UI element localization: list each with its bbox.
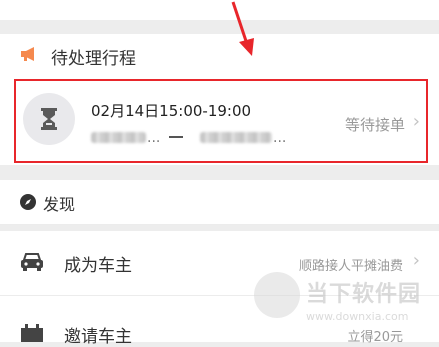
compass-icon bbox=[20, 194, 36, 210]
discover-title: 发现 bbox=[43, 195, 76, 214]
become-driver-title: 成为车主 bbox=[64, 256, 132, 276]
hourglass-icon-badge bbox=[23, 93, 75, 145]
hourglass-icon bbox=[41, 108, 57, 130]
trip-time: 02月14日15:00-19:00 bbox=[91, 102, 252, 120]
origin-redacted bbox=[91, 132, 146, 143]
car-icon bbox=[21, 253, 43, 271]
top-card bbox=[0, 0, 439, 20]
trip-status: 等待接单 bbox=[344, 116, 405, 134]
chevron-right-icon: › bbox=[412, 111, 420, 132]
pending-trips-title: 待处理行程 bbox=[51, 49, 136, 69]
invite-driver-title: 邀请车主 bbox=[64, 327, 132, 347]
invite-icon bbox=[21, 324, 43, 342]
destination-redacted bbox=[200, 132, 272, 143]
watermark-url: www.downxia.com bbox=[306, 310, 409, 323]
megaphone-icon bbox=[21, 47, 34, 61]
watermark: 当下软件园 www.downxia.com bbox=[254, 270, 424, 340]
origin-ellipsis: ... bbox=[147, 130, 161, 146]
pending-trips-header: 待处理行程 bbox=[0, 34, 439, 78]
watermark-text: 当下软件园 bbox=[306, 282, 422, 307]
watermark-logo bbox=[254, 272, 300, 318]
destination-ellipsis: ... bbox=[273, 130, 287, 146]
annotation-arrow-icon bbox=[231, 1, 254, 56]
chevron-right-icon: › bbox=[412, 250, 420, 271]
discover-header: 发现 bbox=[0, 180, 439, 225]
route-arrow bbox=[169, 136, 183, 138]
pending-trip-card[interactable]: 02月14日15:00-19:00 ... ... 等待接单 › bbox=[0, 78, 439, 165]
